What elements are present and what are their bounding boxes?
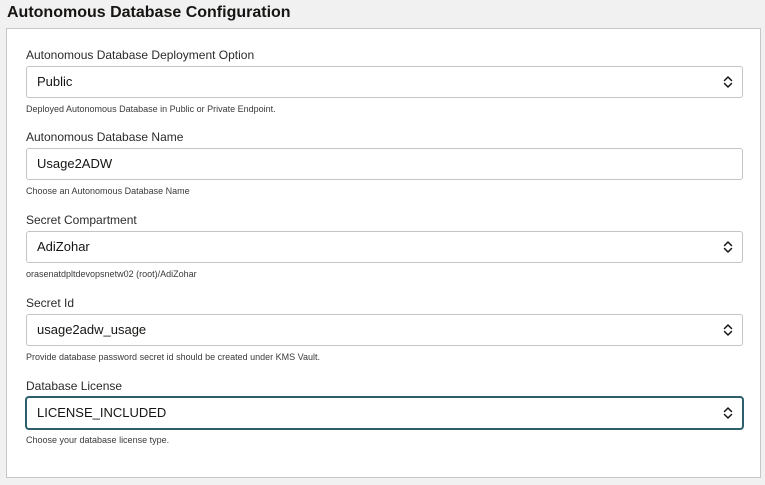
secret-compartment-select[interactable]: AdiZohar [26,231,743,263]
database-license-value: LICENSE_INCLUDED [37,405,167,420]
chevron-up-down-icon [723,240,733,254]
database-name-value: Usage2ADW [37,156,113,171]
database-name-input[interactable]: Usage2ADW [26,148,743,180]
database-name-help: Choose an Autonomous Database Name [26,186,190,196]
database-license-help: Choose your database license type. [26,435,170,445]
secret-id-select[interactable]: usage2adw_usage [26,314,743,346]
page-title: Autonomous Database Configuration [7,4,291,21]
secret-compartment-value: AdiZohar [37,239,90,254]
deployment-option-value: Public [37,74,73,89]
chevron-up-down-icon [723,75,733,89]
secret-compartment-label: Secret Compartment [26,213,137,227]
database-license-select[interactable]: LICENSE_INCLUDED [26,397,743,429]
secret-id-label: Secret Id [26,296,75,310]
secret-id-value: usage2adw_usage [37,322,147,337]
database-license-label: Database License [26,379,123,393]
configuration-panel: Autonomous Database Deployment Option Pu… [6,28,761,478]
deployment-option-select[interactable]: Public [26,66,743,98]
secret-compartment-help: orasenatdpltdevopsnetw02 (root)/AdiZohar [26,269,197,279]
secret-id-help: Provide database password secret id shou… [26,352,321,362]
chevron-up-down-icon [723,406,733,420]
database-name-label: Autonomous Database Name [26,130,184,144]
deployment-option-label: Autonomous Database Deployment Option [26,48,255,62]
chevron-up-down-icon [723,323,733,337]
deployment-option-help: Deployed Autonomous Database in Public o… [26,104,276,114]
